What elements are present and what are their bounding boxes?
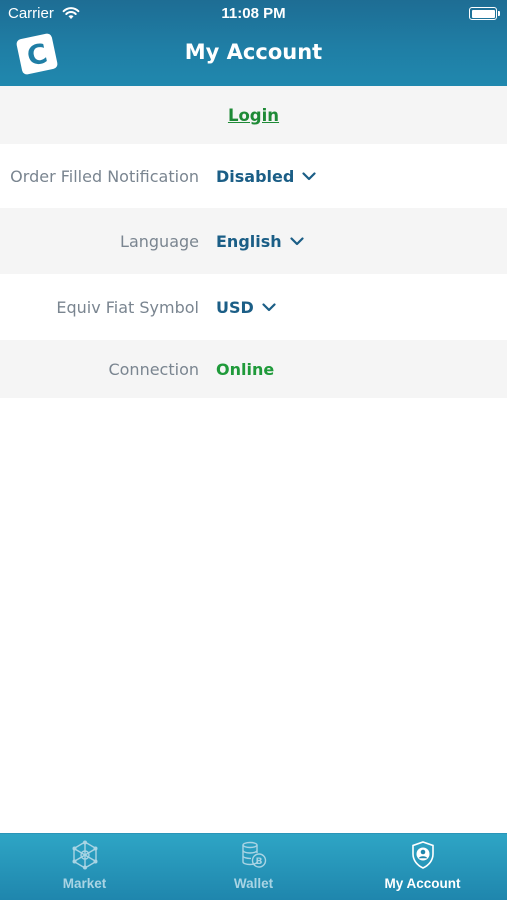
tab-wallet[interactable]: B Wallet [169, 834, 338, 900]
tab-label: My Account [384, 876, 461, 891]
setting-label: Equiv Fiat Symbol [56, 297, 199, 317]
chevron-down-icon [290, 236, 304, 245]
tab-label: Wallet [233, 876, 274, 891]
chevron-down-icon [302, 171, 316, 180]
tab-market[interactable]: Market [0, 834, 169, 900]
setting-dropdown-order-filled-notification[interactable]: Disabled [207, 167, 316, 186]
setting-dropdown-language[interactable]: English [207, 232, 304, 251]
tab-label: Market [62, 876, 107, 891]
app-header: Carrier 11:08 PM C My Account [0, 0, 507, 86]
setting-value: English [216, 231, 282, 251]
page-title: My Account [184, 40, 323, 64]
svg-text:B: B [255, 857, 262, 867]
chevron-down-icon [262, 302, 276, 311]
status-bar: Carrier 11:08 PM [0, 0, 507, 28]
setting-dropdown-equiv-fiat-symbol[interactable]: USD [207, 298, 276, 317]
setting-row-equiv-fiat-symbol[interactable]: Equiv Fiat Symbol USD [0, 274, 507, 340]
coins-icon: B [241, 841, 266, 868]
shield-user-icon [411, 841, 434, 869]
battery-icon [469, 7, 500, 20]
login-row: Login [0, 86, 507, 144]
setting-label: Order Filled Notification [10, 166, 199, 186]
setting-label: Connection [108, 359, 199, 379]
network-icon [72, 840, 97, 870]
tab-my-account[interactable]: My Account [338, 834, 507, 900]
setting-value: USD [216, 297, 254, 317]
setting-value: Disabled [216, 166, 295, 186]
setting-row-order-filled-notification[interactable]: Order Filled Notification Disabled [0, 144, 507, 208]
connection-status: Online [216, 359, 275, 379]
setting-row-language[interactable]: Language English [0, 208, 507, 274]
setting-row-connection: Connection Online [0, 340, 507, 398]
tab-bar: Market B Wallet My Account [0, 833, 507, 900]
status-time: 11:08 PM [221, 5, 286, 22]
login-link[interactable]: Login [228, 106, 279, 125]
setting-label: Language [120, 231, 199, 251]
